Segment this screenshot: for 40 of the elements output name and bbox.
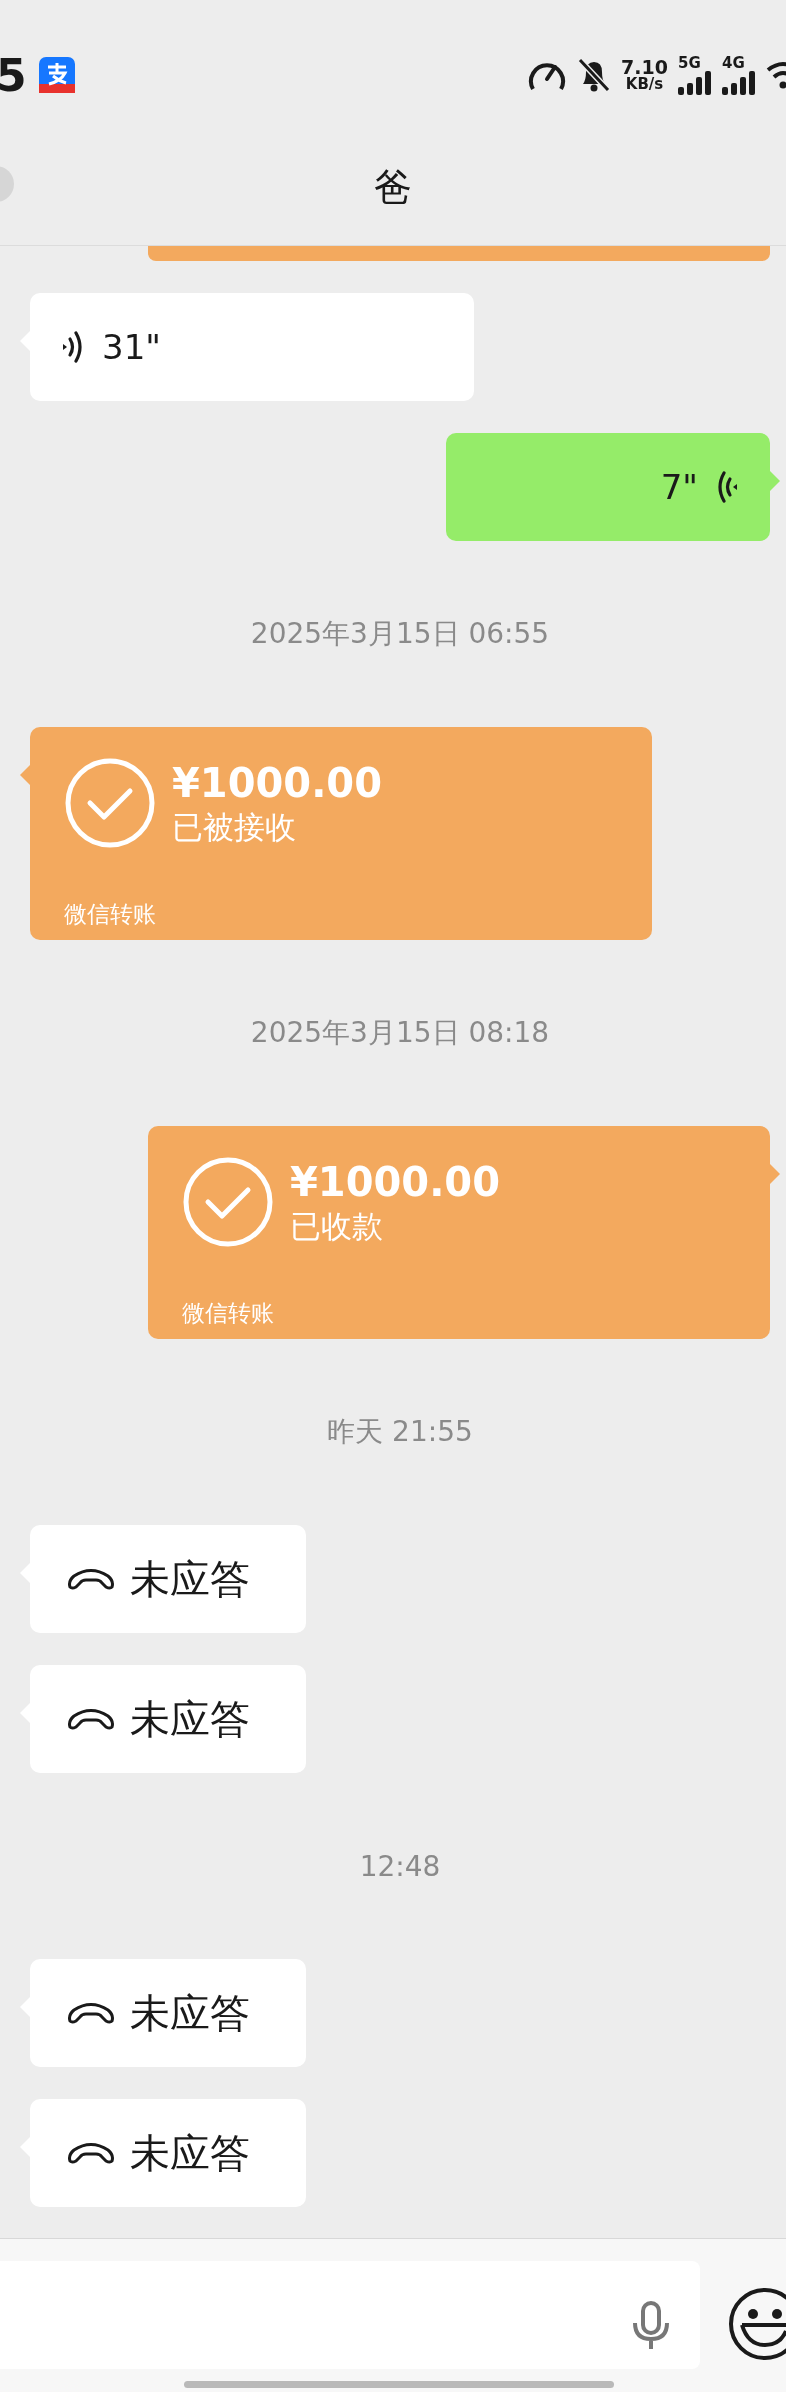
transfer-status: 已被接收 [172, 807, 297, 847]
network-type: 4G [722, 55, 745, 71]
timestamp: 2025年3月15日 06:55 [250, 616, 550, 652]
timestamp: 12:48 [359, 1848, 441, 1885]
transfer-card[interactable] [148, 246, 770, 261]
network-speed: 7.10 [621, 58, 668, 77]
message-input-field[interactable] [0, 2261, 700, 2369]
timestamp: 2025年3月15日 08:18 [250, 1015, 550, 1051]
network-type: 5G [678, 55, 701, 71]
timestamp: 昨天 21:55 [327, 1414, 473, 1450]
transfer-amount: ¥1000.00 [172, 758, 383, 807]
smiley-icon[interactable] [728, 2287, 786, 2361]
phone-icon [66, 1567, 116, 1591]
voice-icon [716, 470, 740, 504]
voice-message[interactable]: 31" [30, 293, 474, 401]
transfer-status: 已收款 [290, 1206, 384, 1246]
transfer-label: 微信转账 [182, 1299, 275, 1328]
signal-icon [678, 70, 712, 95]
phone-icon [66, 2141, 116, 2165]
signal-icon [722, 70, 756, 95]
app-icon [38, 57, 75, 93]
chat-title: 爸 [374, 164, 412, 211]
voice-duration: 31" [102, 327, 161, 367]
check-circle-icon [182, 1156, 274, 1248]
home-indicator[interactable] [184, 2381, 614, 2388]
transfer-amount: ¥1000.00 [290, 1157, 501, 1206]
missed-call-message[interactable]: 未应答 [30, 2099, 306, 2207]
muted-bell-icon [577, 57, 612, 93]
voice-icon [60, 330, 84, 364]
missed-call-message[interactable]: 未应答 [30, 1665, 306, 1773]
missed-call-message[interactable]: 未应答 [30, 1959, 306, 2067]
missed-call-message[interactable]: 未应答 [30, 1525, 306, 1633]
check-circle-icon [64, 757, 156, 849]
network-speed-unit: KB/s [625, 77, 664, 92]
transfer-label: 微信转账 [64, 900, 157, 929]
voice-duration: 7" [660, 467, 698, 507]
phone-icon [66, 2001, 116, 2025]
phone-icon [66, 1707, 116, 1731]
voice-message[interactable]: 7" [446, 433, 770, 541]
microphone-icon[interactable] [632, 2301, 670, 2351]
